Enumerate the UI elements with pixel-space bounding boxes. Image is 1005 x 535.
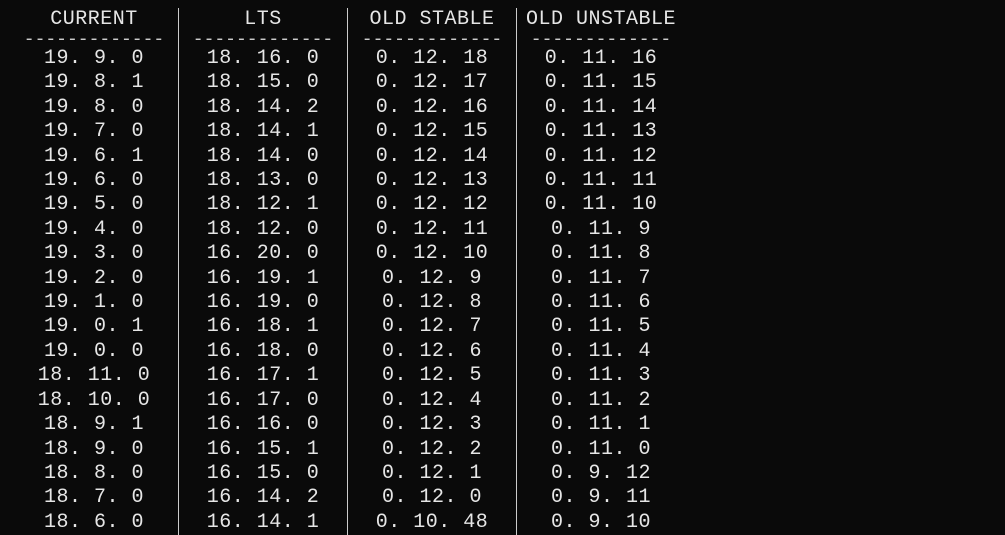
version-cell: 0. 10. 48 — [352, 511, 512, 535]
version-cell: 16. 14. 1 — [183, 511, 343, 535]
divider: ------------- — [521, 33, 681, 47]
version-cell: 18. 14. 0 — [183, 145, 343, 169]
version-cell: 0. 12. 2 — [352, 438, 512, 462]
version-cell: 0. 12. 13 — [352, 169, 512, 193]
version-cell: 19. 4. 0 — [14, 218, 174, 242]
version-cell: 0. 12. 0 — [352, 486, 512, 510]
version-cell: 0. 12. 7 — [352, 315, 512, 339]
version-cell: 0. 11. 1 — [521, 413, 681, 437]
version-cell: 0. 11. 15 — [521, 71, 681, 95]
version-cell: 0. 11. 8 — [521, 242, 681, 266]
version-cell: 0. 12. 9 — [352, 267, 512, 291]
version-cell: 16. 15. 1 — [183, 438, 343, 462]
column-values-lts: 18. 16. 018. 15. 018. 14. 218. 14. 118. … — [183, 47, 343, 535]
version-cell: 0. 12. 1 — [352, 462, 512, 486]
version-cell: 19. 5. 0 — [14, 193, 174, 217]
version-cell: 18. 15. 0 — [183, 71, 343, 95]
version-cell: 18. 6. 0 — [14, 511, 174, 535]
version-cell: 0. 11. 2 — [521, 389, 681, 413]
version-cell: 16. 17. 0 — [183, 389, 343, 413]
version-cell: 19. 6. 1 — [14, 145, 174, 169]
version-cell: 0. 12. 14 — [352, 145, 512, 169]
version-cell: 16. 15. 0 — [183, 462, 343, 486]
terminal-output: CURRENT ------------- 19. 9. 019. 8. 119… — [0, 0, 1005, 535]
version-cell: 18. 12. 1 — [183, 193, 343, 217]
divider: ------------- — [14, 33, 174, 47]
version-cell: 16. 19. 0 — [183, 291, 343, 315]
version-cell: 19. 0. 0 — [14, 340, 174, 364]
version-cell: 16. 17. 1 — [183, 364, 343, 388]
divider: ------------- — [183, 33, 343, 47]
version-cell: 16. 18. 1 — [183, 315, 343, 339]
version-cell: 16. 16. 0 — [183, 413, 343, 437]
version-cell: 19. 8. 1 — [14, 71, 174, 95]
version-cell: 0. 11. 7 — [521, 267, 681, 291]
version-cell: 18. 16. 0 — [183, 47, 343, 71]
version-cell: 0. 12. 12 — [352, 193, 512, 217]
versions-table: CURRENT ------------- 19. 9. 019. 8. 119… — [10, 8, 685, 535]
version-cell: 16. 14. 2 — [183, 486, 343, 510]
version-cell: 0. 11. 11 — [521, 169, 681, 193]
version-cell: 19. 2. 0 — [14, 267, 174, 291]
version-cell: 19. 0. 1 — [14, 315, 174, 339]
version-cell: 0. 12. 18 — [352, 47, 512, 71]
version-cell: 0. 11. 16 — [521, 47, 681, 71]
version-cell: 0. 11. 9 — [521, 218, 681, 242]
version-cell: 0. 11. 12 — [521, 145, 681, 169]
version-cell: 19. 3. 0 — [14, 242, 174, 266]
version-cell: 16. 18. 0 — [183, 340, 343, 364]
version-cell: 0. 11. 0 — [521, 438, 681, 462]
version-cell: 0. 11. 4 — [521, 340, 681, 364]
version-cell: 19. 8. 0 — [14, 96, 174, 120]
column-values-old-stable: 0. 12. 180. 12. 170. 12. 160. 12. 150. 1… — [352, 47, 512, 535]
version-cell: 0. 12. 10 — [352, 242, 512, 266]
version-cell: 16. 20. 0 — [183, 242, 343, 266]
version-cell: 0. 12. 16 — [352, 96, 512, 120]
version-cell: 0. 12. 15 — [352, 120, 512, 144]
version-cell: 0. 9. 12 — [521, 462, 681, 486]
version-cell: 0. 11. 10 — [521, 193, 681, 217]
divider: ------------- — [352, 33, 512, 47]
version-cell: 18. 12. 0 — [183, 218, 343, 242]
version-cell: 0. 11. 3 — [521, 364, 681, 388]
version-cell: 0. 12. 8 — [352, 291, 512, 315]
version-cell: 0. 9. 10 — [521, 511, 681, 535]
version-cell: 0. 11. 5 — [521, 315, 681, 339]
version-cell: 16. 19. 1 — [183, 267, 343, 291]
version-cell: 0. 12. 4 — [352, 389, 512, 413]
version-cell: 0. 11. 14 — [521, 96, 681, 120]
column-values-old-unstable: 0. 11. 160. 11. 150. 11. 140. 11. 130. 1… — [521, 47, 681, 535]
version-cell: 18. 13. 0 — [183, 169, 343, 193]
version-cell: 0. 12. 6 — [352, 340, 512, 364]
column-values-current: 19. 9. 019. 8. 119. 8. 019. 7. 019. 6. 1… — [14, 47, 174, 535]
version-cell: 18. 9. 1 — [14, 413, 174, 437]
version-cell: 18. 8. 0 — [14, 462, 174, 486]
version-cell: 0. 11. 13 — [521, 120, 681, 144]
version-cell: 0. 11. 6 — [521, 291, 681, 315]
version-cell: 18. 9. 0 — [14, 438, 174, 462]
version-cell: 18. 7. 0 — [14, 486, 174, 510]
version-cell: 0. 9. 11 — [521, 486, 681, 510]
version-cell: 19. 7. 0 — [14, 120, 174, 144]
version-cell: 18. 14. 1 — [183, 120, 343, 144]
version-cell: 19. 1. 0 — [14, 291, 174, 315]
version-cell: 0. 12. 11 — [352, 218, 512, 242]
version-cell: 19. 9. 0 — [14, 47, 174, 71]
version-cell: 0. 12. 17 — [352, 71, 512, 95]
version-cell: 19. 6. 0 — [14, 169, 174, 193]
version-cell: 18. 10. 0 — [14, 389, 174, 413]
version-cell: 0. 12. 5 — [352, 364, 512, 388]
version-cell: 18. 11. 0 — [14, 364, 174, 388]
version-cell: 18. 14. 2 — [183, 96, 343, 120]
version-cell: 0. 12. 3 — [352, 413, 512, 437]
